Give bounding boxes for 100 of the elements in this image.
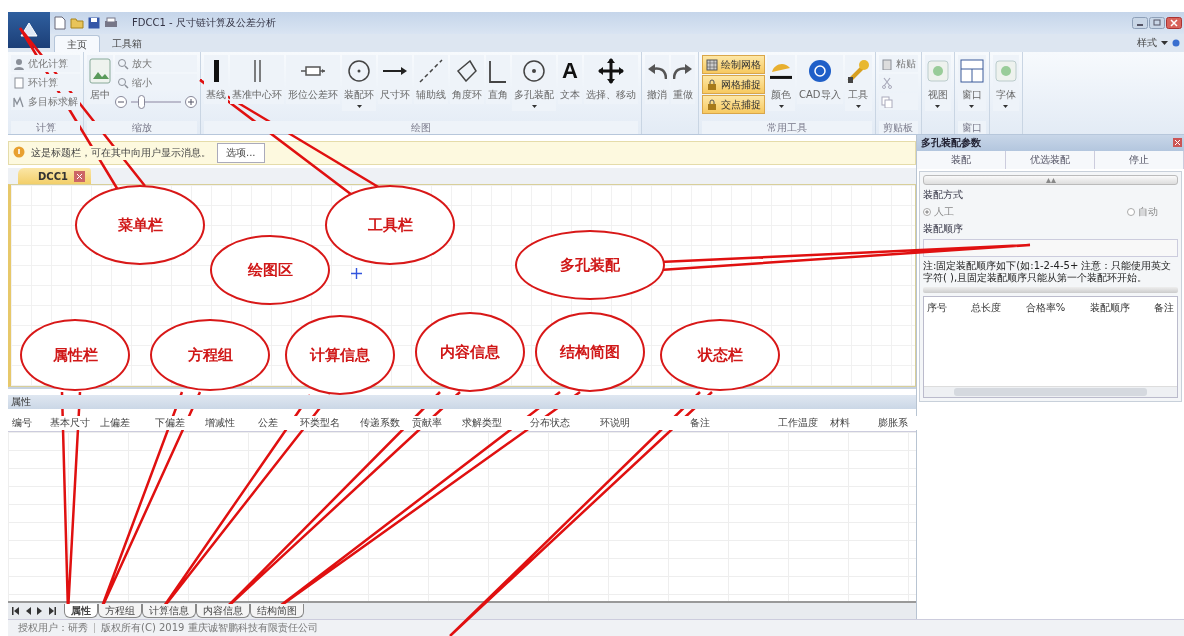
lock-icon xyxy=(706,78,718,91)
scrollbar[interactable] xyxy=(924,386,1177,397)
caret-icon xyxy=(935,105,941,108)
ribbon-button[interactable]: 窗口 xyxy=(957,55,986,111)
column-header[interactable]: 公差 xyxy=(258,416,300,430)
ribbon-button[interactable]: 装配环 xyxy=(342,55,376,111)
info-icon xyxy=(13,146,25,158)
column-header[interactable]: 合格率% xyxy=(1025,301,1066,315)
caret-icon xyxy=(531,105,537,108)
ribbon-button[interactable]: 工具 xyxy=(844,55,872,111)
ribbon-button[interactable] xyxy=(878,93,918,110)
panel-button[interactable]: 停止 xyxy=(1095,151,1184,169)
column-header[interactable]: 备注 xyxy=(1153,301,1174,315)
magnifier-icon xyxy=(117,76,129,89)
ribbon-button[interactable]: 环计算 xyxy=(11,74,80,91)
toggle-button[interactable]: 交点捕捉 xyxy=(702,95,765,114)
status-text: 授权用户：研秀 xyxy=(18,621,88,635)
print-icon xyxy=(104,17,118,29)
sheet-tab[interactable]: 方程组 xyxy=(98,604,142,618)
angle-icon xyxy=(457,60,477,82)
ribbon-button[interactable]: 基线 xyxy=(204,55,228,104)
lock-icon xyxy=(706,98,718,111)
text-tool-glyph: A xyxy=(562,57,578,85)
ribbon-tab[interactable]: 工具箱 xyxy=(100,35,154,52)
group-label: 计算 xyxy=(11,121,80,134)
ribbon-button[interactable]: 辅助线 xyxy=(414,55,448,104)
ribbon-button[interactable]: 撤消 xyxy=(645,55,669,104)
column-header[interactable]: 膨胀系 xyxy=(878,416,918,430)
ribbon-button[interactable]: 选择、移动 xyxy=(584,55,638,104)
ribbon-button[interactable]: A 文本 xyxy=(558,55,582,104)
ribbon-button[interactable]: 多孔装配 xyxy=(512,55,556,111)
sheet-tab[interactable]: 结构简图 xyxy=(250,604,304,618)
circle-icon xyxy=(348,60,370,82)
ribbon-button[interactable]: 放大 xyxy=(115,55,197,72)
ribbon-button[interactable]: 字体 xyxy=(992,55,1019,111)
previous-icon xyxy=(24,607,32,615)
ribbon-button[interactable] xyxy=(878,74,918,91)
panel-button[interactable]: 优选装配 xyxy=(1006,151,1095,169)
caret-icon xyxy=(1003,105,1009,108)
ribbon-button[interactable]: 形位公差环 xyxy=(286,55,340,104)
ribbon-button[interactable]: 优化计算 xyxy=(11,55,80,72)
panel-title: 属性 xyxy=(8,395,916,409)
help-icon xyxy=(1172,38,1180,48)
ribbon-button[interactable]: 居中 xyxy=(87,55,113,104)
column-header[interactable]: 求解类型 xyxy=(462,416,530,430)
picture-icon xyxy=(89,58,111,84)
status-text: 版权所有(C) 2019 重庆诚智鹏科技有限责任公司 xyxy=(101,621,318,635)
column-header[interactable]: 装配顺序 xyxy=(1089,301,1130,315)
clipboard-icon xyxy=(880,57,893,70)
style-menu[interactable]: 样式 xyxy=(1133,36,1161,50)
grid-icon xyxy=(706,58,718,71)
field-label: 装配方式 xyxy=(923,188,964,202)
disc-icon xyxy=(807,59,832,83)
column-header[interactable]: 总长度 xyxy=(971,301,1002,315)
app-menu-button[interactable] xyxy=(8,12,50,48)
ribbon-button[interactable]: 尺寸环 xyxy=(378,55,412,104)
options-button[interactable]: 选项... xyxy=(217,143,265,163)
maximize-icon xyxy=(1149,17,1165,29)
ribbon-button[interactable]: 缩小 xyxy=(115,74,197,91)
ribbon-button[interactable]: 视图 xyxy=(924,55,951,111)
magnifier-icon xyxy=(117,57,129,70)
splitter-bar[interactable] xyxy=(923,287,1178,293)
column-header[interactable]: 传递系数 xyxy=(360,416,412,430)
minimize-icon xyxy=(1132,17,1148,29)
collapse-bar[interactable] xyxy=(923,175,1178,185)
group-label: 缩放 xyxy=(87,121,197,134)
radio-button[interactable]: 人工 xyxy=(923,205,954,219)
zoom-in-icon xyxy=(185,96,197,108)
group-label: 常用工具 xyxy=(702,121,872,134)
tolerance-frame-icon xyxy=(300,66,326,76)
move-icon xyxy=(597,57,625,85)
toggle-button[interactable]: 绘制网格 xyxy=(702,55,765,74)
ribbon-button[interactable]: 角度环 xyxy=(450,55,484,104)
toggle-button[interactable]: 网格捕捉 xyxy=(702,75,765,94)
column-header[interactable]: 序号 xyxy=(927,301,947,315)
caret-icon xyxy=(969,105,975,108)
caret-icon xyxy=(1161,40,1168,46)
ribbon-button[interactable]: 多目标求解 xyxy=(11,93,80,110)
ribbon-button[interactable]: 重做 xyxy=(671,55,695,104)
document-tab[interactable]: DCC1 xyxy=(18,168,91,184)
ribbon-button[interactable]: CAD导入 xyxy=(797,55,843,104)
double-line-icon xyxy=(253,59,261,83)
ribbon-button[interactable]: 直角 xyxy=(486,55,510,104)
ribbon-button[interactable]: 基准中心环 xyxy=(230,55,284,104)
sheet-tab[interactable]: 属性 xyxy=(64,604,98,618)
ribbon-button[interactable]: 颜色 xyxy=(767,55,795,111)
dashed-line-icon xyxy=(419,59,443,83)
ribbon-button[interactable]: 粘贴 xyxy=(878,55,918,72)
sheet-tab[interactable]: 内容信息 xyxy=(196,604,250,618)
panel-button[interactable]: 装配 xyxy=(917,151,1006,169)
close-icon xyxy=(1173,137,1182,147)
radio-button[interactable]: 自动 xyxy=(1127,205,1158,219)
panel-title: 多孔装配参数 xyxy=(921,136,981,150)
column-header[interactable]: 环说明 xyxy=(600,416,690,430)
slider-thumb[interactable] xyxy=(138,95,145,109)
ribbon-tab[interactable]: 主页 xyxy=(54,35,100,52)
sheet-tab[interactable]: 计算信息 xyxy=(142,604,196,618)
scissors-icon xyxy=(880,76,893,89)
window-title: FDCC1 - 尺寸链计算及公差分析 xyxy=(132,16,276,30)
input-field[interactable] xyxy=(923,239,1178,257)
